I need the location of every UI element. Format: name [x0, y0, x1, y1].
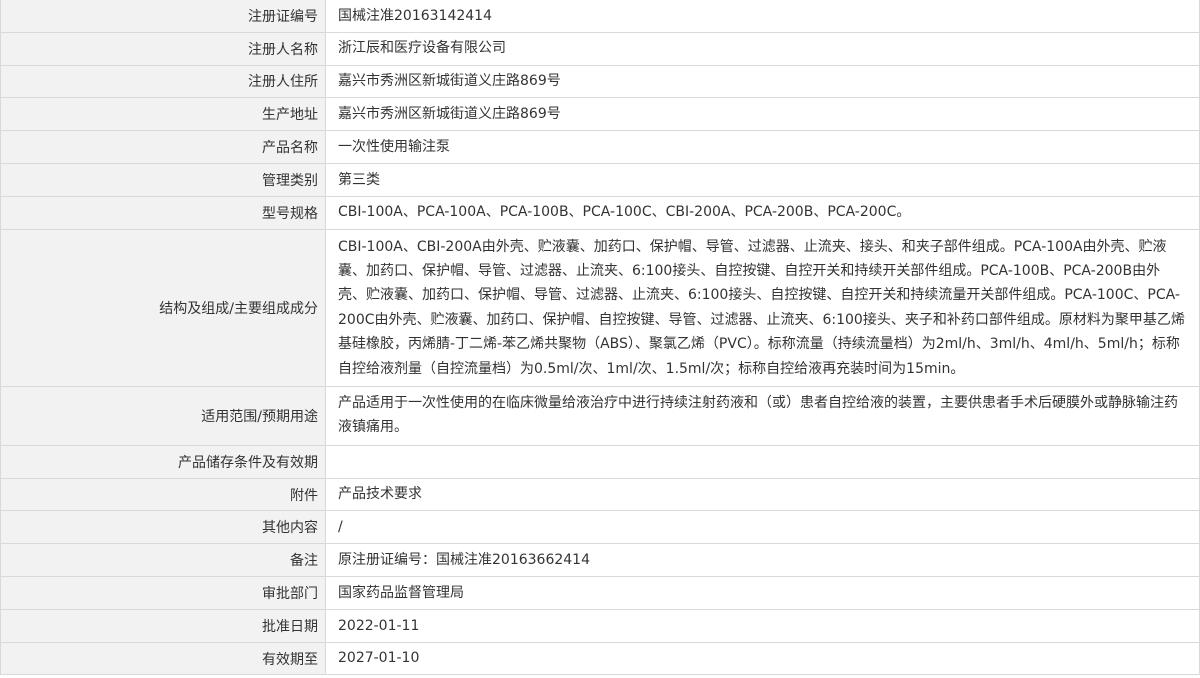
value-intended-use: 产品适用于一次性使用的在临床微量给液治疗中进行持续注射药液和（或）患者自控给液的… — [325, 386, 1200, 446]
label-approval-department: 审批部门 — [0, 576, 326, 610]
value-approval-date: 2022-01-11 — [325, 608, 1200, 643]
row-valid-until: 有效期至 2027-01-10 — [0, 641, 1200, 676]
label-remarks: 备注 — [0, 543, 326, 578]
label-other-content: 其他内容 — [0, 510, 326, 545]
label-product-name: 产品名称 — [0, 130, 326, 164]
row-attachment: 附件 产品技术要求 — [0, 477, 1200, 512]
row-management-category: 管理类别 第三类 — [0, 162, 1200, 197]
value-registrant-address: 嘉兴市秀洲区新城街道义庄路869号 — [325, 64, 1200, 99]
row-model-spec: 型号规格 CBI-100A、PCA-100A、PCA-100B、PCA-100C… — [0, 195, 1200, 230]
row-intended-use: 适用范围/预期用途 产品适用于一次性使用的在临床微量给液治疗中进行持续注射药液和… — [0, 386, 1200, 446]
label-registration-number: 注册证编号 — [0, 0, 326, 33]
row-storage-validity: 产品储存条件及有效期 — [0, 444, 1200, 479]
value-valid-until: 2027-01-10 — [325, 641, 1200, 676]
label-valid-until: 有效期至 — [0, 641, 326, 676]
label-registrant-address: 注册人住所 — [0, 64, 326, 99]
value-storage-validity — [325, 444, 1200, 479]
row-production-address: 生产地址 嘉兴市秀洲区新城街道义庄路869号 — [0, 97, 1200, 132]
value-attachment: 产品技术要求 — [325, 477, 1200, 512]
row-registration-number: 注册证编号 国械注准20163142414 — [0, 0, 1200, 33]
value-product-name: 一次性使用输注泵 — [325, 130, 1200, 164]
label-structure-composition: 结构及组成/主要组成成分 — [0, 228, 326, 388]
registration-detail-table: 注册证编号 国械注准20163142414 注册人名称 浙江辰和医疗设备有限公司… — [0, 0, 1200, 676]
label-registrant-name: 注册人名称 — [0, 31, 326, 66]
label-attachment: 附件 — [0, 477, 326, 512]
value-remarks: 原注册证编号：国械注准20163662414 — [325, 543, 1200, 578]
label-storage-validity: 产品储存条件及有效期 — [0, 444, 326, 479]
row-other-content: 其他内容 / — [0, 510, 1200, 545]
label-production-address: 生产地址 — [0, 97, 326, 132]
row-registrant-name: 注册人名称 浙江辰和医疗设备有限公司 — [0, 31, 1200, 66]
row-approval-department: 审批部门 国家药品监督管理局 — [0, 576, 1200, 610]
value-model-spec: CBI-100A、PCA-100A、PCA-100B、PCA-100C、CBI-… — [325, 195, 1200, 230]
value-management-category: 第三类 — [325, 162, 1200, 197]
label-model-spec: 型号规格 — [0, 195, 326, 230]
label-intended-use: 适用范围/预期用途 — [0, 386, 326, 446]
row-structure-composition: 结构及组成/主要组成成分 CBI-100A、CBI-200A由外壳、贮液囊、加药… — [0, 228, 1200, 388]
row-remarks: 备注 原注册证编号：国械注准20163662414 — [0, 543, 1200, 578]
label-approval-date: 批准日期 — [0, 608, 326, 643]
row-approval-date: 批准日期 2022-01-11 — [0, 608, 1200, 643]
label-management-category: 管理类别 — [0, 162, 326, 197]
value-registrant-name: 浙江辰和医疗设备有限公司 — [325, 31, 1200, 66]
value-registration-number: 国械注准20163142414 — [325, 0, 1200, 33]
value-structure-composition: CBI-100A、CBI-200A由外壳、贮液囊、加药口、保护帽、导管、过滤器、… — [325, 228, 1200, 388]
value-approval-department: 国家药品监督管理局 — [325, 576, 1200, 610]
row-product-name: 产品名称 一次性使用输注泵 — [0, 130, 1200, 164]
value-other-content: / — [325, 510, 1200, 545]
value-production-address: 嘉兴市秀洲区新城街道义庄路869号 — [325, 97, 1200, 132]
row-registrant-address: 注册人住所 嘉兴市秀洲区新城街道义庄路869号 — [0, 64, 1200, 99]
